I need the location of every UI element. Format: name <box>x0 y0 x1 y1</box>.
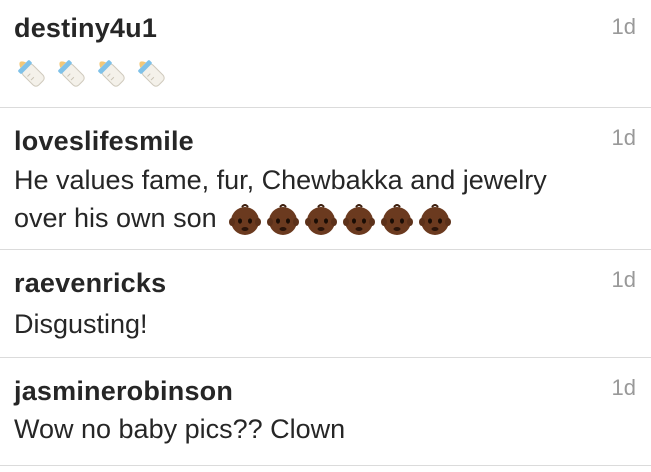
comment-text: He values fame, fur, Chewbakka and jewel… <box>14 161 614 237</box>
baby-face-icon <box>418 203 452 237</box>
comment-username[interactable]: raevenricks <box>14 268 166 299</box>
comment-username[interactable]: loveslifesmile <box>14 126 194 157</box>
comment-text: Disgusting! <box>14 309 148 339</box>
baby-bottle-icon <box>134 55 168 91</box>
comment-timestamp: 1d <box>611 14 636 39</box>
comment-username[interactable]: destiny4u1 <box>14 13 157 44</box>
comment-timestamp: 1d <box>611 375 636 400</box>
baby-bottle-icon <box>54 55 88 91</box>
comment-item: destiny4u1 1d <box>0 0 651 108</box>
baby-bottle-icon <box>94 55 128 91</box>
comment-username[interactable]: jasminerobinson <box>14 376 233 407</box>
comment-text-line2: over his own son <box>14 203 217 233</box>
comment-item: jasminerobinson 1d Wow no baby pics?? Cl… <box>0 358 651 466</box>
baby-face-icon <box>342 203 376 237</box>
comments-list: destiny4u1 1d loveslifesmile 1d He value… <box>0 0 651 472</box>
baby-face-icon <box>228 203 262 237</box>
comment-timestamp: 1d <box>611 125 636 150</box>
baby-face-icon <box>304 203 338 237</box>
baby-face-icon <box>266 203 300 237</box>
comment-item: raevenricks 1d Disgusting! <box>0 250 651 358</box>
comment-text <box>14 52 614 91</box>
baby-bottle-icon <box>14 55 48 91</box>
comment-text-line: He values fame, fur, Chewbakka and jewel… <box>14 165 547 195</box>
emoji-group <box>228 203 452 237</box>
emoji-group <box>14 55 168 91</box>
comment-timestamp: 1d <box>611 267 636 292</box>
comment-text-line: over his own son <box>14 199 614 237</box>
baby-face-icon <box>380 203 414 237</box>
comment-item: loveslifesmile 1d He values fame, fur, C… <box>0 108 651 250</box>
comment-text: Wow no baby pics?? Clown <box>14 414 346 444</box>
